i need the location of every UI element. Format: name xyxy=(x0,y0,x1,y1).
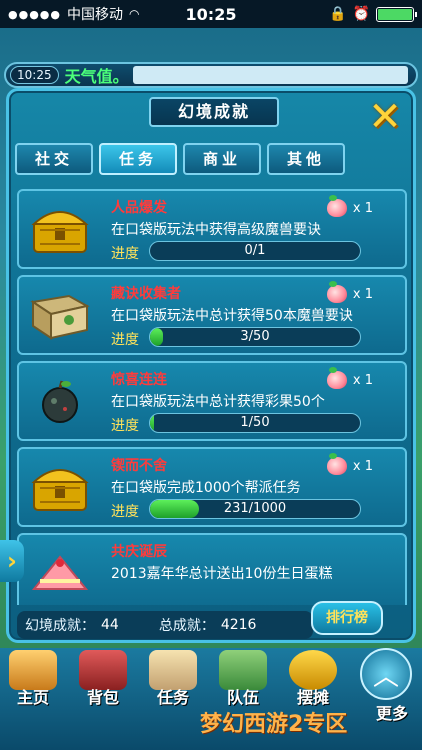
chat-input[interactable] xyxy=(132,66,408,84)
reward-count: x 1 xyxy=(352,286,373,302)
progress-label: 进度 xyxy=(111,418,139,434)
total-achievement-label: 总成就： xyxy=(158,618,215,634)
reward: x 1 xyxy=(326,453,373,475)
achievement-summary: 幻境成就： 44 总成就： 4216 xyxy=(17,611,313,639)
game-logo: 梦幻西游2专区 xyxy=(200,712,348,737)
list-item[interactable]: 惊喜连连 在口袋版玩法中总计获得彩果50个 进度 1/50 x 1 xyxy=(17,361,407,441)
nav-stall[interactable]: 摆摊 xyxy=(282,650,344,710)
reward-count: x 1 xyxy=(352,458,373,474)
treasure-chest-icon xyxy=(29,201,91,259)
status-bar: ●●●●● 中国移动 ◠ 10:25 🔒 ⏰ xyxy=(0,0,422,28)
tab-business[interactable]: 商业 xyxy=(183,143,261,175)
peach-icon xyxy=(326,453,347,475)
chat-time: 10:25 xyxy=(10,66,59,84)
achievement-desc: 在口袋版玩法中总计获得50本魔兽要诀 xyxy=(111,308,353,324)
list-item[interactable]: 锲而不舍 在口袋版完成1000个帮派任务 进度 231/1000 x 1 xyxy=(17,447,407,527)
achievement-panel: 幻境成就 ✕ 社交 任务 商业 其他 人品爆发 在口袋版玩法中获得高级魔兽要诀 … xyxy=(6,88,416,643)
reward-count: x 1 xyxy=(352,372,373,388)
tab-social[interactable]: 社交 xyxy=(15,143,93,175)
nav-label: 任务 xyxy=(156,688,189,707)
battery-icon xyxy=(376,6,417,22)
achievement-name: 藏诀收集者 xyxy=(111,286,181,302)
progress-label: 进度 xyxy=(111,332,139,348)
wifi-icon: ◠ xyxy=(129,7,140,21)
progress-label: 进度 xyxy=(111,246,139,262)
achievement-name: 锲而不舍 xyxy=(111,458,167,474)
tab-tasks[interactable]: 任务 xyxy=(99,143,177,175)
dark-fruit-icon xyxy=(29,373,91,431)
phantom-achievement-value: 44 xyxy=(101,617,119,633)
nav-team[interactable]: 队伍 xyxy=(212,650,274,710)
more-button[interactable]: ︿ xyxy=(360,648,412,700)
scroll-map-icon xyxy=(29,287,91,345)
treasure-chest-icon xyxy=(29,459,91,517)
leaderboard-button[interactable]: 排行榜 xyxy=(311,601,383,635)
tab-bar: 社交 任务 商业 其他 xyxy=(15,143,345,175)
peach-icon xyxy=(326,195,347,217)
bottom-nav: 主页 背包 任务 队伍 摆摊 ︿ 更多 梦幻西游2专区 xyxy=(0,648,422,750)
nav-label: 队伍 xyxy=(226,688,259,707)
nav-bag[interactable]: 背包 xyxy=(72,650,134,710)
achievement-list[interactable]: 人品爆发 在口袋版玩法中获得高级魔兽要诀 进度 0/1 x 1 藏诀收集者 在口… xyxy=(17,189,409,605)
achievement-desc: 在口袋版玩法中总计获得彩果50个 xyxy=(111,394,325,410)
achievement-name: 共庆诞辰 xyxy=(111,544,167,560)
progress-bar: 0/1 xyxy=(149,241,361,261)
panel-title: 幻境成就 xyxy=(149,97,279,127)
signal-icon: ●●●●● xyxy=(8,7,61,21)
chevron-up-icon: ︿ xyxy=(372,661,399,692)
phantom-achievement-label: 幻境成就： xyxy=(25,618,95,634)
achievement-name: 人品爆发 xyxy=(111,200,167,216)
close-icon[interactable]: ✕ xyxy=(363,94,407,140)
clock: 10:25 xyxy=(185,4,237,24)
expand-arrow-icon[interactable]: › xyxy=(0,540,24,582)
achievement-name: 惊喜连连 xyxy=(111,372,167,388)
peach-icon xyxy=(326,367,347,389)
peach-icon xyxy=(326,281,347,303)
progress-text: 0/1 xyxy=(244,243,266,258)
achievement-desc: 在口袋版玩法中获得高级魔兽要诀 xyxy=(111,222,321,238)
list-item[interactable]: 共庆诞辰 2013嘉年华总计送出10份生日蛋糕 xyxy=(17,533,407,605)
reward: x 1 xyxy=(326,367,373,389)
achievement-desc: 2013嘉年华总计送出10份生日蛋糕 xyxy=(111,566,333,582)
nav-label: 背包 xyxy=(86,688,119,707)
nav-tasks[interactable]: 任务 xyxy=(142,650,204,710)
progress-text: 231/1000 xyxy=(223,501,287,516)
status-right: 🔒 ⏰ xyxy=(329,6,417,22)
progress-text: 1/50 xyxy=(240,415,270,430)
reward-count: x 1 xyxy=(352,200,373,216)
progress-label: 进度 xyxy=(111,504,139,520)
progress-text: 3/50 xyxy=(240,329,270,344)
nav-label: 主页 xyxy=(16,688,49,707)
total-achievement-value: 4216 xyxy=(220,617,257,633)
tab-other[interactable]: 其他 xyxy=(267,143,345,175)
list-item[interactable]: 人品爆发 在口袋版玩法中获得高级魔兽要诀 进度 0/1 x 1 xyxy=(17,189,407,269)
progress-bar: 3/50 xyxy=(149,327,361,347)
nav-home[interactable]: 主页 xyxy=(2,650,64,710)
nav-label: 摆摊 xyxy=(296,688,329,707)
progress-bar: 1/50 xyxy=(149,413,361,433)
more-label: 更多 xyxy=(375,704,408,723)
alarm-icon: ⏰ xyxy=(352,6,370,22)
achievement-desc: 在口袋版完成1000个帮派任务 xyxy=(111,480,301,496)
list-item[interactable]: 藏诀收集者 在口袋版玩法中总计获得50本魔兽要诀 进度 3/50 x 1 xyxy=(17,275,407,355)
chat-bar[interactable]: 10:25 天气值。 xyxy=(4,62,418,88)
reward: x 1 xyxy=(326,195,373,217)
lock-icon: 🔒 xyxy=(329,6,347,22)
chat-message: 天气值。 xyxy=(64,67,129,86)
cake-icon xyxy=(29,545,91,603)
reward: x 1 xyxy=(326,281,373,303)
progress-bar: 231/1000 xyxy=(149,499,361,519)
carrier-label: 中国移动 xyxy=(67,7,123,23)
